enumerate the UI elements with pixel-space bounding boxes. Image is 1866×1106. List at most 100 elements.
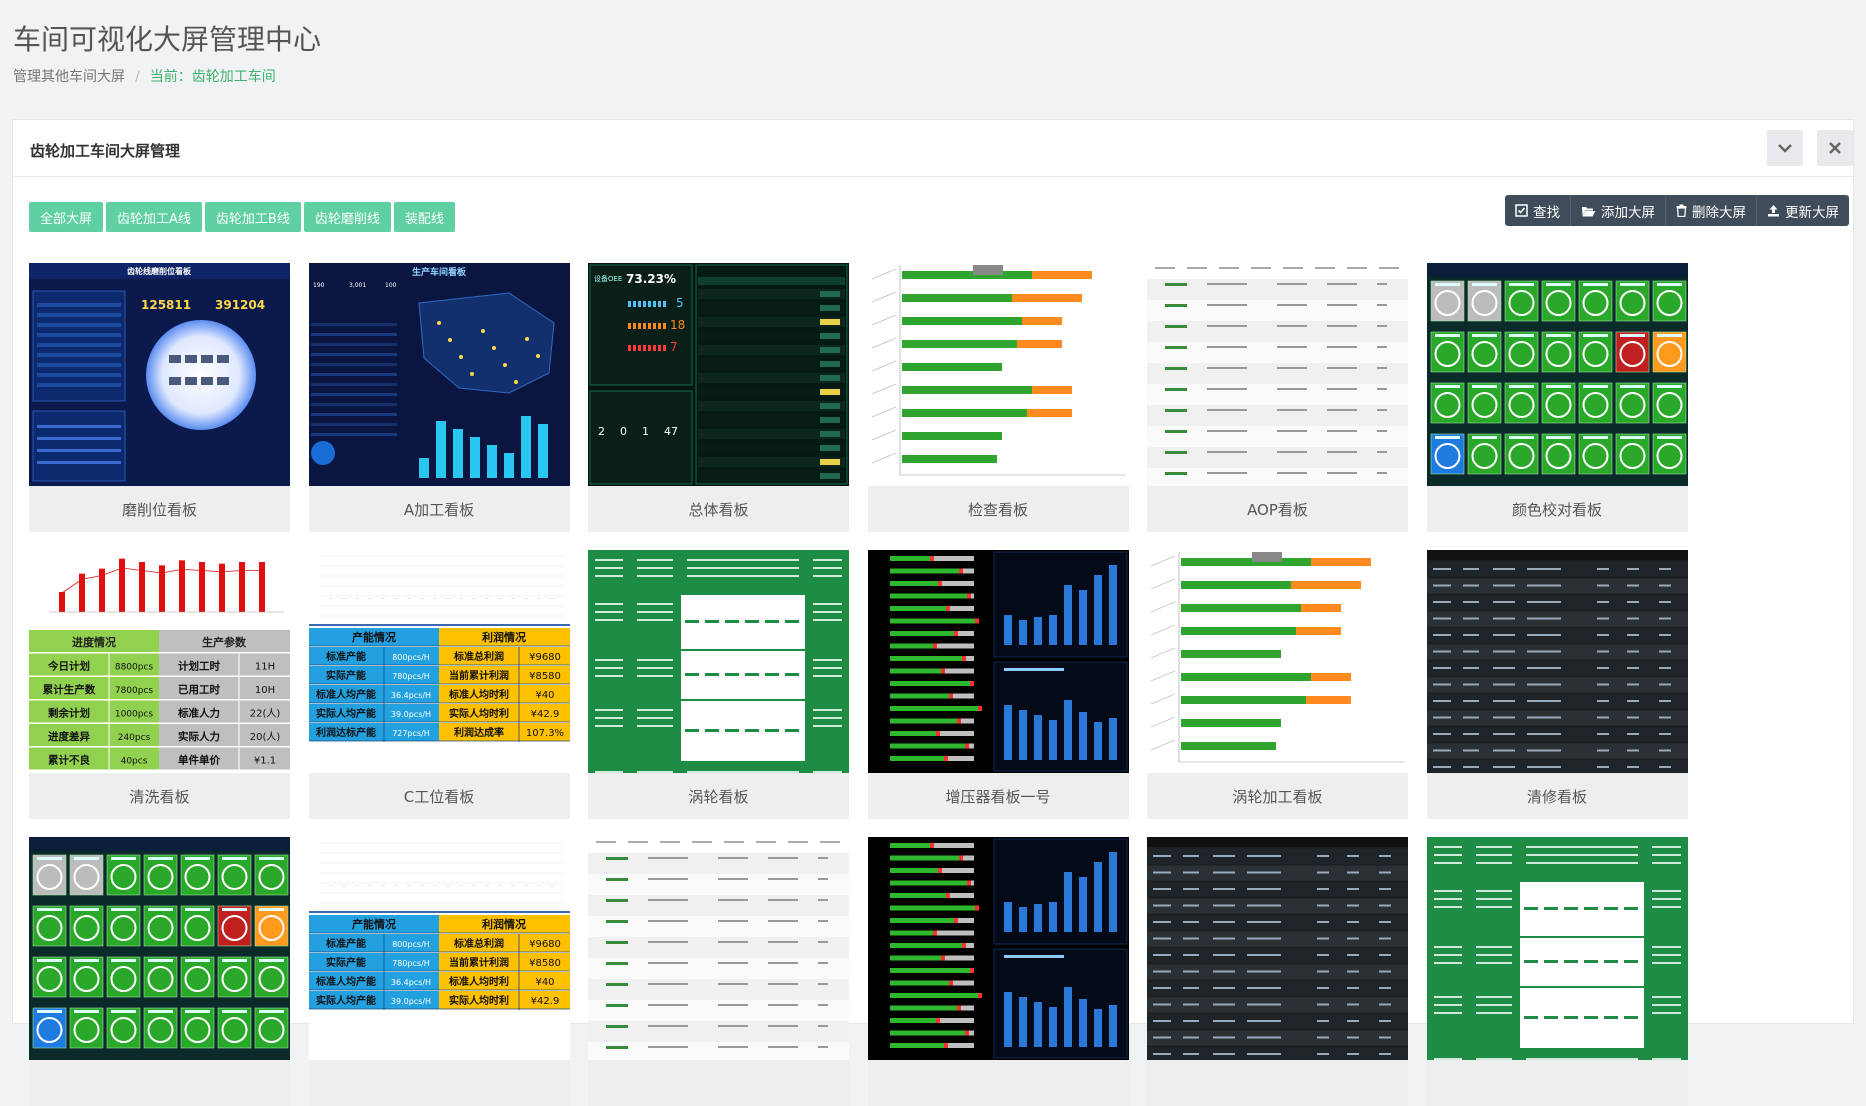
screen-thumbnail[interactable]: 生产车间看板 190 3,001 100: [308, 263, 570, 486]
panel-title: 齿轮加工车间大屏管理: [30, 142, 181, 160]
thumbnail-graphic: [1147, 550, 1408, 773]
add-screen-button-label: 添加大屏: [1601, 204, 1655, 221]
screen-card[interactable]: 检查看板: [867, 263, 1129, 532]
thumb-text: 0: [620, 425, 627, 438]
screen-thumbnail[interactable]: [588, 837, 849, 1060]
page-title: 车间可视化大屏管理中心: [13, 23, 322, 56]
screen-thumbnail[interactable]: [1426, 263, 1688, 486]
thumb-text: 利润达成率: [454, 726, 504, 739]
screen-card[interactable]: [29, 837, 290, 1106]
thumbnail-graphic: 生产车间看板 190 3,001 100: [308, 263, 570, 486]
screen-card[interactable]: 进度情况 生产参数 今日计划 8800pcs 计划工时 11H 累计生产数 7800pcs 已用…: [29, 550, 290, 819]
thumb-text: 当前累计利润: [449, 669, 509, 682]
update-screen-button[interactable]: 更新大屏: [1757, 195, 1849, 226]
screen-card[interactable]: 颜色校对看板: [1426, 263, 1688, 532]
thumb-text: —: [524, 883, 528, 888]
screen-thumbnail[interactable]: 进度情况 生产参数 今日计划 8800pcs 计划工时 11H 累计生产数 7800pcs 已用…: [29, 550, 290, 773]
screen-card[interactable]: — — — — — — — — — — — — — — — — — — 产能情况 利润情况 标准产能 800pcs/H 标准…: [308, 837, 570, 1106]
screen-card[interactable]: [1147, 837, 1408, 1106]
thumb-text: 进度情况: [72, 635, 116, 649]
screen-card[interactable]: [867, 837, 1129, 1106]
screen-card-label: 颜色校对看板: [1426, 486, 1688, 532]
thumbnail-graphic: [588, 550, 849, 773]
thumb-text: —: [394, 596, 398, 601]
filter-line-a[interactable]: 齿轮加工A线: [106, 202, 202, 232]
screen-thumbnail[interactable]: [1147, 837, 1408, 1060]
thumb-text: 生产车间看板: [411, 266, 466, 278]
thumbnail-graphic: [867, 550, 1129, 773]
thumb-text: 11H: [255, 662, 275, 673]
thumb-text: 标准总利润: [453, 650, 504, 663]
screen-thumbnail[interactable]: — — — — — — — — — — — — — — — — — — 产能情况 利润情况 标准产能 800pcs/H 标准…: [308, 550, 570, 773]
screen-thumbnail[interactable]: — — — — — — — — — — — — — — — — — — 产能情况 利润情况 标准产能 800pcs/H 标准…: [308, 837, 570, 1060]
thumb-text: 标准产能: [325, 650, 366, 663]
screen-thumbnail[interactable]: [588, 550, 849, 773]
screen-thumbnail[interactable]: [1147, 263, 1408, 486]
thumbnail-graphic: 设备OEE 73.23%5 18 7 2 0 1 47: [588, 263, 849, 486]
thumb-text: 实际人均产能: [316, 994, 376, 1007]
thumbnail-graphic: [867, 837, 1129, 1060]
thumbnail-graphic: [1426, 263, 1688, 486]
screen-card[interactable]: 设备OEE 73.23% 5 18 7 2 0 1 47 总体看板: [588, 263, 849, 532]
screen-thumbnail[interactable]: [1426, 837, 1688, 1060]
screen-card[interactable]: 齿轮线磨削位看板 125811 391204 磨削位看板: [29, 263, 290, 532]
thumb-text: —: [446, 596, 450, 601]
filter-assembly-line[interactable]: 装配线: [393, 202, 455, 232]
thumbnail-graphic: — — — — — — — — — — — — — — — — — — 产能情况 利润情况标准产能 800pcs/H 标准…: [308, 550, 570, 773]
screen-card[interactable]: [1426, 837, 1688, 1106]
screen-card-label: 磨削位看板: [29, 486, 290, 532]
thumb-text: 实际产能: [326, 956, 366, 969]
screen-thumbnail[interactable]: [1147, 550, 1408, 773]
toolbar: 查找 添加大屏 删除大屏 更新大屏: [1505, 195, 1849, 226]
thumb-text: —: [342, 596, 346, 601]
screen-card[interactable]: 生产车间看板 190 3,001 100 A加工看板: [308, 263, 570, 532]
screen-card[interactable]: 清修看板: [1426, 550, 1688, 819]
screen-card[interactable]: AOP看板: [1147, 263, 1408, 532]
screen-card[interactable]: 涡轮加工看板: [1147, 550, 1408, 819]
thumbnail-graphic: 齿轮线磨削位看板 125811 391204: [29, 263, 290, 486]
thumb-text: ¥40: [535, 690, 554, 701]
close-button[interactable]: [1817, 130, 1853, 166]
delete-screen-button[interactable]: 删除大屏: [1666, 195, 1757, 226]
collapse-button[interactable]: [1767, 130, 1803, 166]
thumb-text: 计划工时: [178, 660, 220, 673]
filter-grinding-line[interactable]: 齿轮磨削线: [303, 202, 391, 232]
screen-thumbnail[interactable]: 齿轮线磨削位看板 125811 391204: [29, 263, 290, 486]
thumb-text: ¥8580: [529, 671, 561, 682]
thumb-text: —: [537, 883, 541, 888]
thumb-text: 39.0pcs/H: [390, 710, 430, 719]
screen-card-label: 涡轮看板: [588, 773, 849, 819]
thumb-text: —: [459, 883, 463, 888]
screen-thumbnail[interactable]: [867, 550, 1129, 773]
thumb-text: —: [407, 596, 411, 601]
search-button-label: 查找: [1533, 204, 1560, 221]
thumb-text: 产能情况: [352, 917, 396, 931]
thumb-text: —: [498, 596, 502, 601]
thumb-text: 22(人): [250, 708, 281, 720]
thumb-text: —: [381, 596, 385, 601]
thumb-text: 800pcs/H: [392, 940, 430, 949]
screen-thumbnail[interactable]: [867, 837, 1129, 1060]
screen-thumbnail[interactable]: 设备OEE 73.23% 5 18 7 2 0 1 47: [588, 263, 849, 486]
breadcrumb-parent-link[interactable]: 管理其他车间大屏: [13, 69, 125, 85]
screen-thumbnail[interactable]: [867, 263, 1129, 486]
screen-card[interactable]: [588, 837, 849, 1106]
thumb-text: —: [368, 596, 372, 601]
thumb-text: 800pcs/H: [392, 653, 430, 662]
screen-card[interactable]: 涡轮看板: [588, 550, 849, 819]
filter-line-b[interactable]: 齿轮加工B线: [204, 202, 301, 232]
thumb-text: —: [329, 596, 333, 601]
add-screen-button[interactable]: 添加大屏: [1571, 195, 1666, 226]
screen-thumbnail[interactable]: [29, 837, 290, 1060]
thumbnail-graphic: [588, 837, 849, 1060]
screen-card[interactable]: — — — — — — — — — — — — — — — — — — 产能情况 利润情况 标准产能 800pcs/H 标准…: [308, 550, 570, 819]
thumb-text: 20(人): [250, 731, 281, 743]
thumb-text: ¥40: [535, 977, 554, 988]
screen-card-label: [867, 1060, 1129, 1106]
thumb-text: —: [342, 883, 346, 888]
screen-card[interactable]: 增压器看板一号: [867, 550, 1129, 819]
screen-thumbnail[interactable]: [1426, 550, 1688, 773]
filter-all[interactable]: 全部大屏: [29, 202, 104, 232]
search-button[interactable]: 查找: [1505, 195, 1571, 226]
breadcrumb-current: 当前：齿轮加工车间: [149, 69, 276, 85]
